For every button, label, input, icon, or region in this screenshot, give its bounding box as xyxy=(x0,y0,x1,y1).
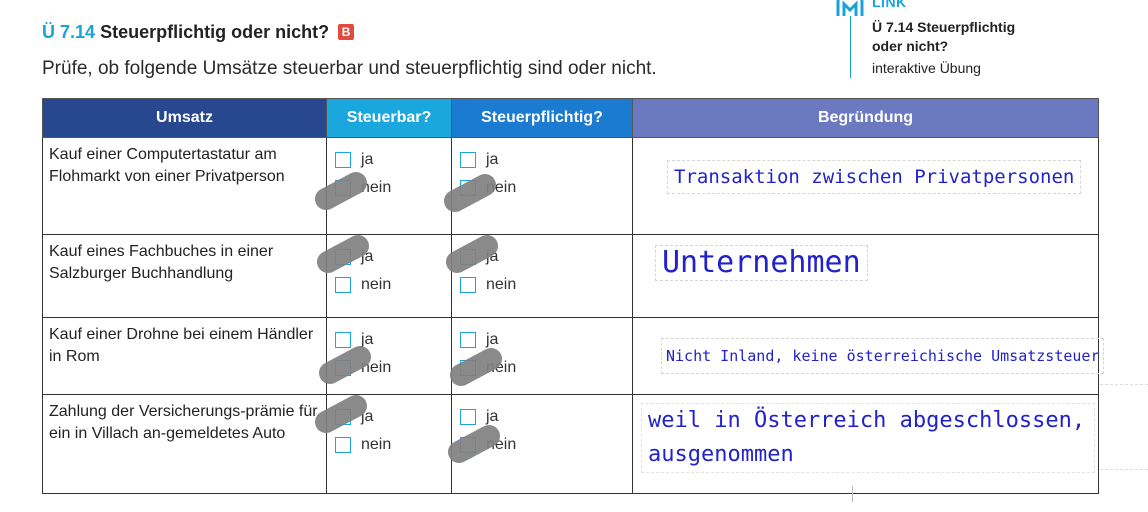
table-row: Kauf eines Fachbuches in einer Salzburge… xyxy=(42,231,1099,318)
link-title[interactable]: Ü 7.14 Steuerpflichtig oder nicht? xyxy=(872,18,1015,56)
link-logo-icon xyxy=(836,0,864,16)
checkbox[interactable] xyxy=(335,152,351,168)
link-divider xyxy=(850,16,851,78)
table-row: Zahlung der Versicherungs-prämie für ein… xyxy=(42,391,1099,494)
option-label: nein xyxy=(361,276,392,293)
level-badge: B xyxy=(338,24,355,40)
umsatz-cell: Kauf eines Fachbuches in einer Salzburge… xyxy=(42,234,327,318)
checkbox[interactable] xyxy=(335,332,351,348)
checkbox[interactable] xyxy=(460,152,476,168)
table-row: Kauf einer Computertastatur am Flohmarkt… xyxy=(42,137,1099,235)
checkbox[interactable] xyxy=(335,437,351,453)
option-ja[interactable]: ja xyxy=(460,146,632,174)
table-header-row: Umsatz Steuerbar? Steuerpflichtig? Begrü… xyxy=(42,98,1099,138)
handwritten-answer: weil in Österreich abgeschlossen, ausgen… xyxy=(641,403,1095,473)
text-box-edge xyxy=(1100,384,1148,470)
exercise-title-text: Steuerpflichtig oder nicht? xyxy=(100,22,330,42)
link-title-line2: oder nicht? xyxy=(872,38,949,54)
handwritten-answer: Unternehmen xyxy=(655,245,868,281)
option-ja[interactable]: ja xyxy=(335,146,451,174)
checkbox[interactable] xyxy=(460,332,476,348)
steuerpflichtig-cell: ja nein xyxy=(446,317,633,395)
option-label: nein xyxy=(361,436,392,453)
exercise-title: Ü 7.14 Steuerpflichtig oder nicht? B xyxy=(42,22,355,43)
handwritten-answer: Transaktion zwischen Privatpersonen xyxy=(667,160,1082,194)
umsatz-cell: Kauf einer Computertastatur am Flohmarkt… xyxy=(42,137,327,235)
link-title-line1: Ü 7.14 Steuerpflichtig xyxy=(872,19,1016,35)
steuerbar-cell: ja nein xyxy=(313,231,452,318)
steuerpflichtig-cell: ja nein xyxy=(442,231,633,318)
link-subtitle: interaktive Übung xyxy=(872,60,981,76)
option-label: ja xyxy=(361,151,374,168)
begruendung-cell: Nicht Inland, keine österreichische Umsa… xyxy=(632,317,1105,395)
checkbox[interactable] xyxy=(460,277,476,293)
divider-tick xyxy=(852,486,853,502)
exercise-table: Umsatz Steuerbar? Steuerpflichtig? Begrü… xyxy=(42,98,1105,494)
steuerbar-cell: ja nein xyxy=(311,391,452,494)
steuerbar-cell: ja nein xyxy=(315,317,452,395)
table-row: Kauf einer Drohne bei einem Händler in R… xyxy=(42,317,1105,395)
umsatz-cell: Kauf einer Drohne bei einem Händler in R… xyxy=(42,317,327,395)
handwritten-answer: Nicht Inland, keine österreichische Umsa… xyxy=(661,338,1105,374)
option-nein[interactable]: nein xyxy=(335,271,451,299)
link-box[interactable]: LINK Ü 7.14 Steuerpflichtig oder nicht? … xyxy=(836,0,1136,80)
header-begruendung: Begründung xyxy=(632,98,1099,138)
begruendung-cell: Transaktion zwischen Privatpersonen xyxy=(632,137,1099,235)
steuerpflichtig-cell: ja nein xyxy=(440,137,633,235)
header-steuerbar: Steuerbar? xyxy=(326,98,452,138)
option-nein[interactable]: nein xyxy=(460,271,632,299)
exercise-instruction: Prüfe, ob folgende Umsätze steuerbar und… xyxy=(42,58,657,79)
option-label: nein xyxy=(486,276,517,293)
option-nein[interactable]: nein xyxy=(335,431,451,459)
begruendung-cell: Unternehmen xyxy=(632,234,1099,318)
checkbox[interactable] xyxy=(335,277,351,293)
header-umsatz: Umsatz xyxy=(42,98,327,138)
steuerpflichtig-cell: ja nein xyxy=(444,394,633,494)
steuerbar-cell: ja nein xyxy=(311,137,452,235)
begruendung-cell: weil in Österreich abgeschlossen, ausgen… xyxy=(632,394,1099,494)
exercise-number: Ü 7.14 xyxy=(42,22,96,42)
option-label: ja xyxy=(486,151,499,168)
header-steuerpflichtig: Steuerpflichtig? xyxy=(451,98,633,138)
umsatz-cell: Zahlung der Versicherungs-prämie für ein… xyxy=(42,394,327,494)
checkbox[interactable] xyxy=(460,409,476,425)
link-label: LINK xyxy=(872,0,907,10)
